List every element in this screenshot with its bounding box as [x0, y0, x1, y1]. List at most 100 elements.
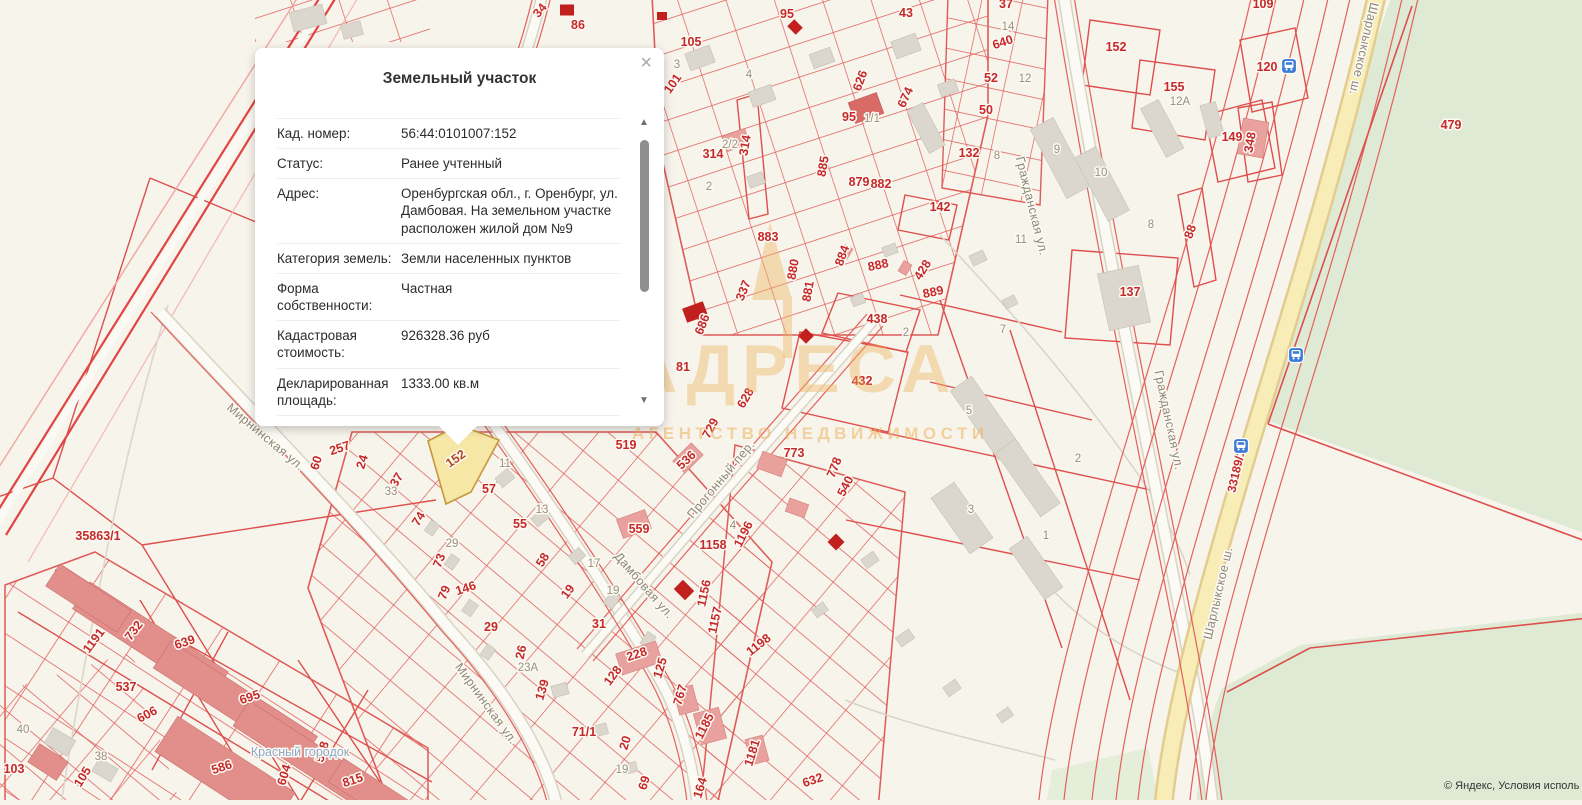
watermark-brand: АДРЕСА: [628, 330, 957, 408]
popup-scrollbar[interactable]: ▲ ▼: [637, 118, 651, 406]
district-name-label: Красный городок: [251, 745, 350, 759]
parcel-number-label: 43: [899, 6, 913, 20]
field-label: Категория земель:: [277, 250, 401, 267]
house-number-label: 11: [499, 458, 511, 470]
house-number-label: 10: [1095, 167, 1108, 179]
house-number-label: 3: [968, 504, 974, 516]
parcel-number-label: 155: [1164, 80, 1185, 94]
parcel-number-label: 95: [780, 7, 794, 21]
parcel-number-label: 479: [1441, 118, 1462, 132]
bus-stop-icon[interactable]: [1282, 59, 1297, 74]
house-number-label: 14: [1002, 21, 1015, 33]
parcel-number-label: 57: [482, 482, 496, 496]
field-label: Статус:: [277, 155, 401, 172]
parcel-number-label: 105: [681, 35, 702, 49]
scrollbar-thumb[interactable]: [640, 140, 649, 292]
field-label: Адрес:: [277, 185, 401, 236]
parcel-number-label: 86: [571, 18, 585, 32]
house-number-label: 3: [674, 59, 680, 71]
field-value: Земли населенных пунктов: [401, 250, 620, 267]
parcel-number-label: 132: [959, 146, 980, 160]
parcel-number-label: 438: [867, 312, 888, 326]
field-row: Кад. номер:56:44:0101007:152: [277, 119, 620, 149]
house-number-label: 33: [385, 486, 398, 498]
bus-stop-icon[interactable]: [1289, 348, 1304, 363]
field-row: Адрес:Оренбургская обл., г. Оренбург, ул…: [277, 179, 620, 243]
parcel-number-label: 109: [1253, 0, 1274, 11]
parcel-number-label: 37: [999, 0, 1013, 11]
house-number-label: 23А: [518, 662, 539, 674]
map-canvas[interactable]: 3486951051014362667495314314882885879883…: [0, 0, 1582, 800]
house-number-label: 5: [966, 405, 972, 417]
house-number-label: 19: [607, 585, 620, 597]
parcel-number-label: 1158: [699, 538, 726, 552]
parcel-number-label: 35863/1: [75, 529, 120, 543]
parcel-number-label: 883: [758, 230, 779, 244]
house-number-label: 4: [730, 520, 737, 532]
parcel-info-popup: × Земельный участок Кад. номер:56:44:010…: [255, 48, 664, 426]
field-label: Кад. номер:: [277, 125, 401, 142]
house-number-label: 1: [1043, 530, 1049, 542]
field-value: 56:44:0101007:152: [401, 125, 620, 142]
parcel-number-label: 120: [1257, 60, 1278, 74]
field-value: Оренбургская обл., г. Оренбург, ул. Дамб…: [401, 185, 620, 236]
field-label: Кадастровая стоимость:: [277, 327, 401, 361]
field-value: 926328.36 руб: [401, 327, 620, 361]
field-row: Декларированная площадь:1333.00 кв.м: [277, 369, 620, 416]
parcel-number-label: 50: [979, 103, 993, 117]
parcel-number-label: 29: [484, 620, 498, 634]
parcel-number-label: 103: [4, 762, 25, 776]
parcel-number-label: 152: [1106, 40, 1127, 54]
parcel-number-label: 314: [703, 147, 724, 161]
house-number-label: 7: [1000, 324, 1006, 336]
house-number-label: 2: [706, 181, 712, 193]
house-number-label: 11: [1015, 234, 1027, 246]
parcel-number-label: 537: [116, 680, 137, 694]
field-row: Категория земель:Земли населенных пункто…: [277, 244, 620, 274]
parcel-number-label: 95: [842, 110, 856, 124]
parcel-number-label: 31: [592, 617, 606, 631]
field-value: Частная: [401, 280, 620, 314]
house-number-label: 40: [17, 724, 30, 736]
parcel-number-label: 55: [513, 517, 527, 531]
field-row: Кадастровая стоимость:926328.36 руб: [277, 321, 620, 368]
parcel-number-label: 149: [1222, 130, 1243, 144]
popup-title: Земельный участок: [255, 70, 664, 88]
house-number-label: 8: [1148, 219, 1154, 231]
parcel-number-label: 71/1: [572, 725, 596, 739]
parcel-number-label: 773: [784, 446, 805, 460]
house-number-label: 38: [95, 751, 108, 763]
map-attribution[interactable]: © Яндекс, Условия исполь: [1444, 780, 1579, 792]
field-label: Форма собственности:: [277, 280, 401, 314]
parcel-number-label: 26: [513, 644, 530, 661]
field-value: Ранее учтенный: [401, 155, 620, 172]
parcel-number-label: 142: [930, 200, 951, 214]
scroll-up-icon[interactable]: ▲: [637, 118, 651, 128]
house-number-label: 12: [1019, 73, 1032, 85]
house-number-label: 4: [746, 69, 753, 81]
house-number-label: 19: [616, 764, 629, 776]
watermark-tagline: АГЕНТСТВО НЕДВИЖИМОСТИ: [632, 424, 989, 444]
house-number-label: 29: [446, 538, 459, 550]
parcel-number-label: 879: [849, 175, 870, 189]
house-number-label: 2/2: [722, 139, 738, 151]
house-number-label: 12А: [1170, 96, 1191, 108]
house-number-label: 8: [994, 150, 1000, 162]
house-number-label: 9: [1054, 144, 1060, 156]
field-row: Форма собственности:Частная: [277, 274, 620, 321]
field-label: Декларированная площадь:: [277, 375, 401, 409]
house-number-label: 17: [588, 558, 601, 570]
house-number-label: 1/1: [864, 113, 880, 125]
scroll-down-icon[interactable]: ▼: [637, 396, 651, 406]
house-number-label: 13: [536, 504, 549, 516]
parcel-number-label: 559: [629, 522, 650, 536]
bus-stop-icon[interactable]: [1234, 439, 1249, 454]
field-row: Статус:Ранее учтенный: [277, 149, 620, 179]
house-number-label: 2: [1075, 453, 1081, 465]
popup-caret: [438, 425, 478, 445]
close-icon[interactable]: ×: [640, 53, 652, 73]
popup-fields: Кад. номер:56:44:0101007:152Статус:Ранее…: [277, 118, 620, 416]
field-value: 1333.00 кв.м: [401, 375, 620, 409]
parcel-number-label: 137: [1120, 285, 1141, 299]
parcel-number-label: 882: [871, 177, 892, 191]
